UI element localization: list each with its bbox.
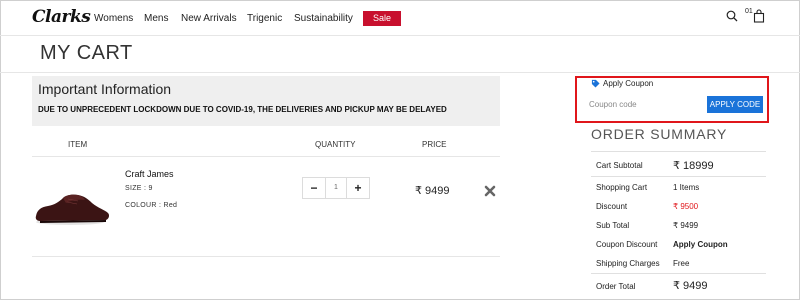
nav-mens[interactable]: Mens: [144, 13, 168, 24]
important-info-panel: Important Information DUE TO UNPRECEDENT…: [32, 76, 500, 126]
quantity-value[interactable]: 1: [325, 178, 347, 198]
divider: [32, 256, 500, 257]
divider: [591, 273, 766, 274]
nav-trigenic[interactable]: Trigenic: [247, 13, 282, 24]
apply-coupon-label: Apply Coupon: [603, 79, 654, 88]
clarks-logo[interactable]: Clarks: [32, 7, 91, 27]
column-header-quantity: QUANTITY: [315, 140, 356, 149]
coupon-code-input[interactable]: [583, 95, 703, 113]
divider: [32, 156, 500, 157]
decrease-quantity-button[interactable]: −: [303, 178, 325, 198]
divider: [591, 151, 766, 152]
summary-value-shopping-cart: 1 Items: [673, 183, 700, 192]
column-header-price: PRICE: [422, 140, 447, 149]
search-icon[interactable]: [726, 10, 738, 22]
apply-coupon-heading: Apply Coupon: [591, 79, 653, 88]
apply-code-button[interactable]: APPLY CODE: [707, 96, 763, 113]
nav-sale[interactable]: Sale: [363, 11, 401, 26]
tag-icon: [591, 79, 600, 88]
nav-new-arrivals[interactable]: New Arrivals: [181, 13, 237, 24]
info-title: Important Information: [38, 81, 172, 97]
shopping-bag-icon[interactable]: [753, 9, 765, 23]
summary-label-shipping-charges: Shipping Charges: [596, 259, 660, 268]
nav-womens[interactable]: Womens: [94, 13, 133, 24]
product-name[interactable]: Craft James: [125, 169, 174, 179]
cart-count-badge: 01: [745, 8, 753, 15]
divider: [591, 176, 766, 177]
quantity-stepper: − 1 +: [302, 177, 370, 199]
summary-label-shopping-cart: Shopping Cart: [596, 183, 648, 192]
summary-label-order-total: Order Total: [596, 282, 636, 291]
summary-label-coupon-discount: Coupon Discount: [596, 240, 658, 249]
summary-label-cart-subtotal: Cart Subtotal: [596, 161, 643, 170]
summary-value-order-total: ₹ 9499: [673, 280, 708, 292]
product-size: SIZE : 9: [125, 185, 153, 192]
summary-value-sub-total: ₹ 9499: [673, 221, 699, 230]
site-header: Clarks Womens Mens New Arrivals Trigenic…: [0, 0, 800, 36]
summary-label-discount: Discount: [596, 202, 628, 211]
item-price: ₹ 9499: [415, 185, 450, 197]
summary-value-cart-subtotal: ₹ 18999: [673, 160, 714, 172]
product-colour: COLOUR : Red: [125, 202, 178, 209]
summary-value-discount: ₹ 9500: [673, 202, 699, 211]
column-header-item: ITEM: [68, 140, 88, 149]
page-title: MY CART: [40, 42, 133, 64]
info-text: DUE TO UNPRECEDENT LOCKDOWN DUE TO COVID…: [38, 105, 447, 114]
close-icon[interactable]: [484, 185, 496, 197]
divider: [0, 72, 800, 73]
shoe-image[interactable]: [32, 180, 112, 230]
summary-value-shipping-charges: Free: [673, 259, 690, 268]
nav-sustainability[interactable]: Sustainability: [294, 13, 353, 24]
summary-label-sub-total: Sub Total: [596, 221, 630, 230]
order-summary-title: ORDER SUMMARY: [591, 126, 728, 142]
summary-value-coupon-discount[interactable]: Apply Coupon: [673, 240, 728, 249]
increase-quantity-button[interactable]: +: [347, 178, 369, 198]
